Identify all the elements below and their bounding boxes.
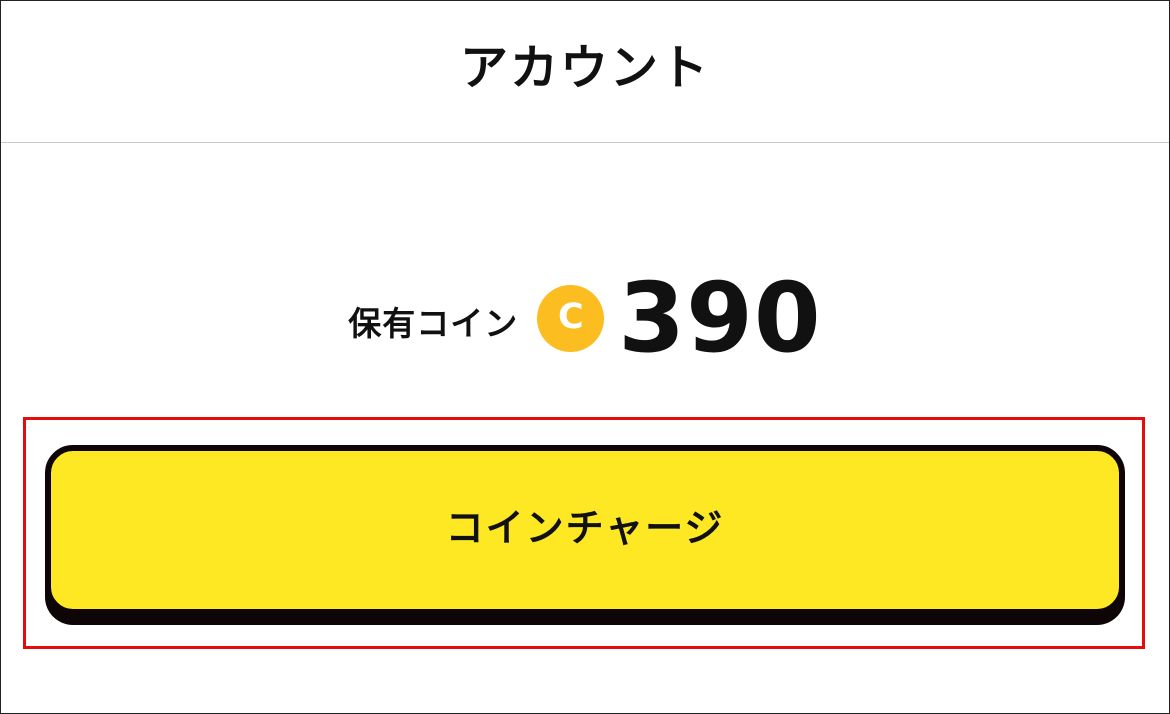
coin-charge-label: コインチャージ [445, 508, 725, 550]
page-title: アカウント [459, 39, 710, 96]
coin-charge-button[interactable]: コインチャージ [45, 445, 1125, 625]
account-screen: アカウント 保有コイン C 390 コインチャージ [0, 0, 1170, 714]
button-face: コインチャージ [45, 445, 1125, 615]
coin-balance: 保有コイン C 390 [1, 263, 1169, 373]
coin-icon: C [537, 284, 605, 352]
coin-letter: C [557, 296, 584, 337]
coin-amount: 390 [618, 262, 822, 374]
balance-label: 保有コイン [348, 304, 519, 343]
page-header: アカウント [1, 1, 1169, 143]
